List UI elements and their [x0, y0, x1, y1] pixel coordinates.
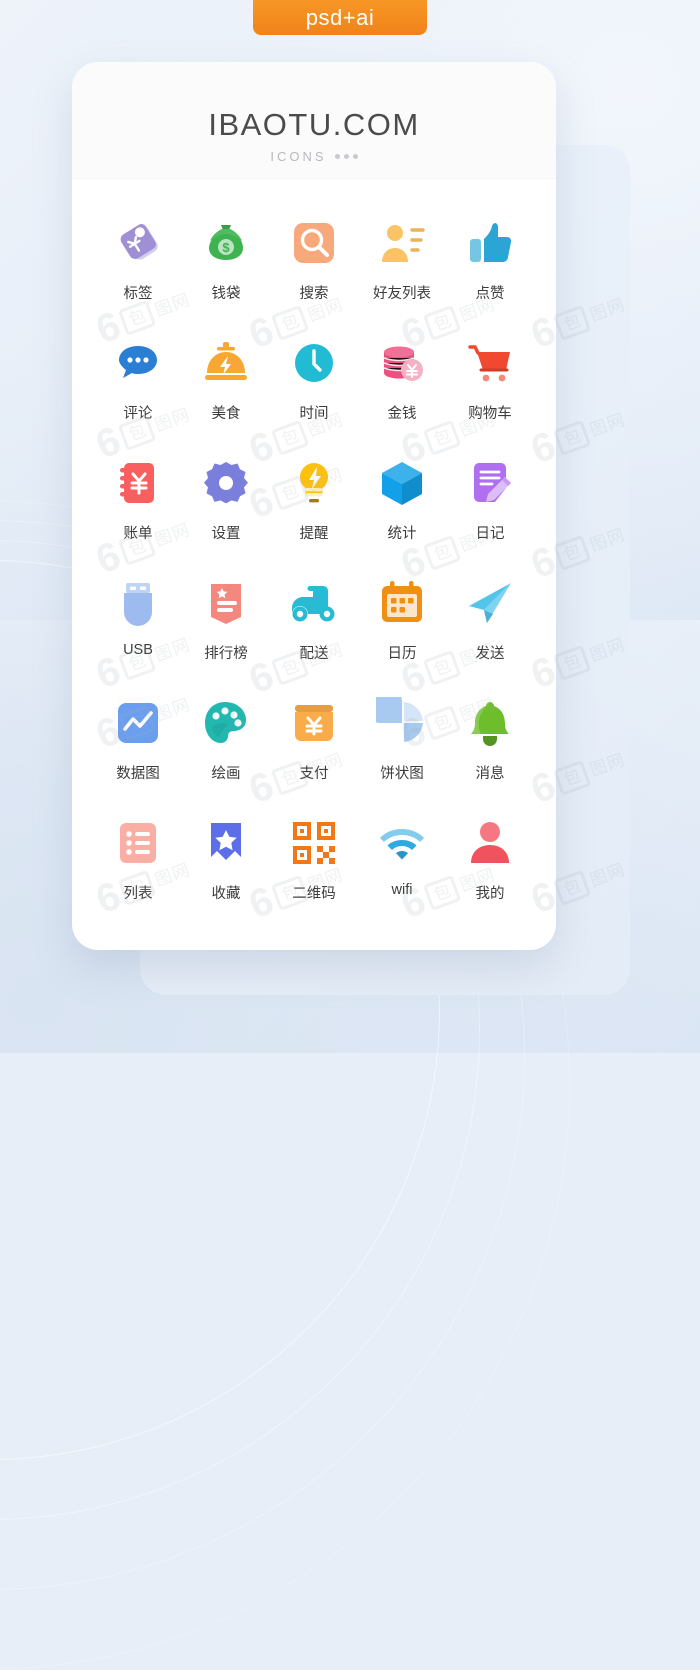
icon-label: 统计	[387, 526, 417, 542]
icon-label: 日历	[387, 646, 417, 662]
icon-label: 数据图	[116, 766, 160, 782]
subtitle-dots-icon	[334, 154, 358, 159]
icon-cell-pie-chart[interactable]: 饼状图	[358, 697, 446, 783]
icon-cell-friend-list[interactable]: 好友列表	[358, 217, 446, 303]
icon-label: 美食	[211, 406, 241, 422]
subtitle-label: ICONS	[270, 149, 327, 164]
icon-label: 提醒	[299, 526, 329, 542]
icon-cell-shopping-cart[interactable]: 购物车	[446, 337, 534, 423]
icon-label: 评论	[123, 406, 153, 422]
coins-icon[interactable]	[376, 337, 428, 389]
icon-label: 收藏	[211, 886, 241, 902]
tag-icon[interactable]	[112, 217, 164, 269]
icon-set-card: IBAOTU.COM ICONS 标签 $ 钱袋 搜索 好友列表 点赞 评论 美…	[72, 62, 556, 950]
icon-label: 钱袋	[211, 286, 241, 302]
svg-text:$: $	[222, 240, 230, 255]
icon-cell-bookmark-star[interactable]: 收藏	[182, 817, 270, 903]
user-profile-icon[interactable]	[464, 817, 516, 869]
icon-label: 购物车	[468, 406, 512, 422]
search-icon[interactable]	[288, 217, 340, 269]
pie-chart-icon[interactable]	[376, 697, 428, 749]
icon-cell-line-chart[interactable]: 数据图	[94, 697, 182, 783]
icon-cell-bill[interactable]: 账单	[94, 457, 182, 543]
icon-cell-diary-pencil[interactable]: 日记	[446, 457, 534, 543]
line-chart-icon[interactable]	[112, 697, 164, 749]
wifi-icon[interactable]	[376, 817, 428, 869]
shopping-cart-icon[interactable]	[464, 337, 516, 389]
friend-list-icon[interactable]	[376, 217, 428, 269]
icon-label: wifi	[391, 882, 413, 898]
icon-cell-coins[interactable]: 金钱	[358, 337, 446, 423]
palette-icon[interactable]	[200, 697, 252, 749]
icon-cell-bell[interactable]: 消息	[446, 697, 534, 783]
card-header: IBAOTU.COM ICONS	[72, 62, 556, 179]
icon-cell-cube[interactable]: 统计	[358, 457, 446, 543]
cube-icon[interactable]	[376, 457, 428, 509]
subtitle-row: ICONS	[270, 149, 358, 164]
thumbs-up-icon[interactable]	[464, 217, 516, 269]
icon-cell-scooter[interactable]: 配送	[270, 577, 358, 663]
list-icon[interactable]	[112, 817, 164, 869]
comment-icon[interactable]	[112, 337, 164, 389]
icon-label: 时间	[299, 406, 329, 422]
lightbulb-icon[interactable]	[288, 457, 340, 509]
icon-cell-money-bag[interactable]: $ 钱袋	[182, 217, 270, 303]
icon-cell-palette[interactable]: 绘画	[182, 697, 270, 783]
icon-label: 支付	[299, 766, 329, 782]
icon-cell-ranking[interactable]: 排行榜	[182, 577, 270, 663]
bell-icon[interactable]	[464, 697, 516, 749]
icon-cell-send-plane[interactable]: 发送	[446, 577, 534, 663]
psd-ai-badge: psd+ai	[253, 0, 427, 35]
icon-grid: 标签 $ 钱袋 搜索 好友列表 点赞 评论 美食 时间 金钱 购物车 账单 设置…	[72, 179, 556, 903]
icon-label: 绘画	[211, 766, 241, 782]
clock-icon[interactable]	[288, 337, 340, 389]
icon-label: 列表	[123, 886, 153, 902]
calendar-icon[interactable]	[376, 577, 428, 629]
icon-label: 金钱	[387, 406, 417, 422]
page-title: IBAOTU.COM	[208, 107, 420, 142]
icon-cell-wifi[interactable]: wifi	[358, 817, 446, 903]
icon-label: 发送	[475, 646, 505, 662]
icon-cell-payment[interactable]: 支付	[270, 697, 358, 783]
icon-cell-thumbs-up[interactable]: 点赞	[446, 217, 534, 303]
settings-gear-icon[interactable]	[200, 457, 252, 509]
icon-label: 我的	[475, 886, 505, 902]
icon-cell-comment[interactable]: 评论	[94, 337, 182, 423]
payment-icon[interactable]	[288, 697, 340, 749]
usb-icon[interactable]	[112, 577, 164, 629]
icon-label: USB	[123, 642, 153, 658]
icon-cell-usb[interactable]: USB	[94, 577, 182, 663]
send-plane-icon[interactable]	[464, 577, 516, 629]
icon-cell-calendar[interactable]: 日历	[358, 577, 446, 663]
icon-label: 饼状图	[380, 766, 424, 782]
icon-label: 搜索	[299, 286, 329, 302]
food-bell-icon[interactable]	[200, 337, 252, 389]
icon-cell-qr-code[interactable]: 二维码	[270, 817, 358, 903]
icon-cell-user-profile[interactable]: 我的	[446, 817, 534, 903]
icon-cell-list[interactable]: 列表	[94, 817, 182, 903]
icon-cell-tag[interactable]: 标签	[94, 217, 182, 303]
icon-cell-lightbulb[interactable]: 提醒	[270, 457, 358, 543]
icon-cell-clock[interactable]: 时间	[270, 337, 358, 423]
icon-label: 设置	[211, 526, 241, 542]
icon-label: 二维码	[292, 886, 336, 902]
money-bag-icon[interactable]: $	[200, 217, 252, 269]
bill-icon[interactable]	[112, 457, 164, 509]
icon-label: 标签	[123, 286, 153, 302]
ranking-icon[interactable]	[200, 577, 252, 629]
icon-label: 账单	[123, 526, 153, 542]
icon-cell-search[interactable]: 搜索	[270, 217, 358, 303]
icon-label: 配送	[299, 646, 329, 662]
icon-label: 好友列表	[373, 286, 431, 302]
icon-cell-settings-gear[interactable]: 设置	[182, 457, 270, 543]
diary-pencil-icon[interactable]	[464, 457, 516, 509]
icon-label: 排行榜	[204, 646, 248, 662]
scooter-icon[interactable]	[288, 577, 340, 629]
icon-label: 消息	[475, 766, 505, 782]
icon-cell-food-bell[interactable]: 美食	[182, 337, 270, 423]
icon-label: 点赞	[475, 286, 505, 302]
qr-code-icon[interactable]	[288, 817, 340, 869]
bookmark-star-icon[interactable]	[200, 817, 252, 869]
icon-label: 日记	[475, 526, 505, 542]
